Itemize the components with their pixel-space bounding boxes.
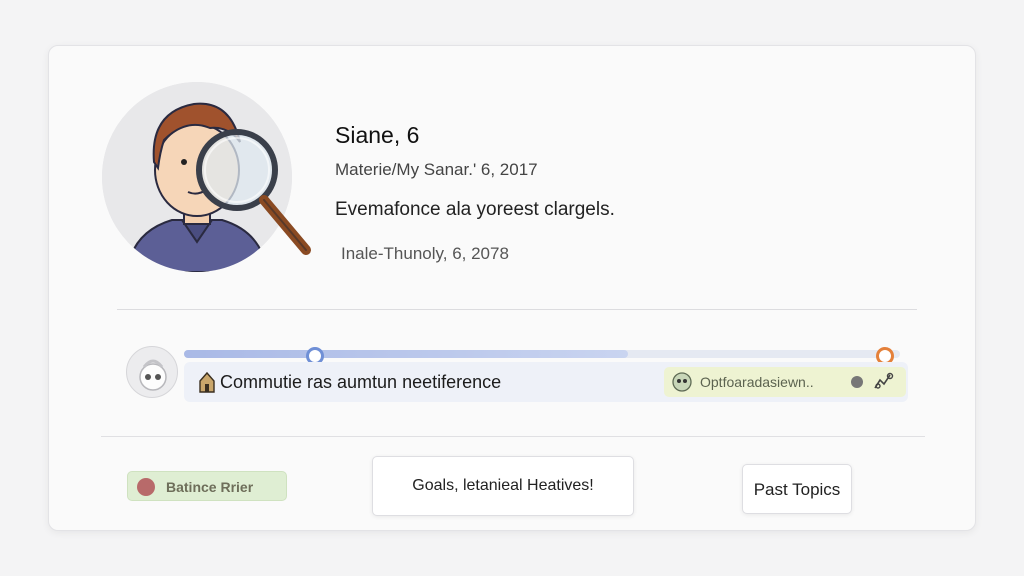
recent-button[interactable]: Batince Rrier xyxy=(127,471,287,501)
profile-description: Evemafonce ala yoreest clargels. xyxy=(335,199,615,220)
goals-button[interactable]: Goals, letanieal Heatives! xyxy=(372,456,634,516)
progress-fill xyxy=(184,350,628,358)
circle-dot-icon xyxy=(137,478,155,496)
puzzle-icon xyxy=(874,372,894,389)
recent-button-label: Batince Rrier xyxy=(166,479,254,495)
status-chip[interactable]: Optfoaradasiewn.. xyxy=(664,367,906,397)
profile-card: Siane, 6 Materie/My Sanar.' 6, 2017 Evem… xyxy=(48,45,976,531)
progress-track[interactable] xyxy=(184,347,900,365)
person-with-magnifier-icon xyxy=(102,82,311,272)
progress-area: Commutie ras aumtun neetiference Optfoar… xyxy=(184,346,908,402)
profile-date-secondary: Inale-Thunoly, 6, 2078 xyxy=(341,244,509,263)
profile-avatar xyxy=(102,82,311,272)
progress-status-text: Commutie ras aumtun neetiference xyxy=(220,372,502,392)
lock-icon[interactable] xyxy=(126,346,178,398)
past-topics-button[interactable]: Past Topics xyxy=(742,464,852,514)
dot-icon xyxy=(851,376,863,388)
progress-status-bar: Commutie ras aumtun neetiference Optfoar… xyxy=(184,362,908,402)
section-divider xyxy=(117,309,917,310)
profile-name: Siane, 6 xyxy=(335,122,420,148)
section-divider-bottom xyxy=(101,436,925,437)
profile-meta: Materie/My Sanar.' 6, 2017 xyxy=(335,160,538,179)
past-topics-button-label: Past Topics xyxy=(753,480,841,499)
goals-button-label: Goals, letanieal Heatives! xyxy=(412,477,594,494)
house-icon xyxy=(199,371,215,393)
status-chip-label: Optfoaradasiewn.. xyxy=(700,374,814,390)
robot-face-icon xyxy=(672,372,692,392)
